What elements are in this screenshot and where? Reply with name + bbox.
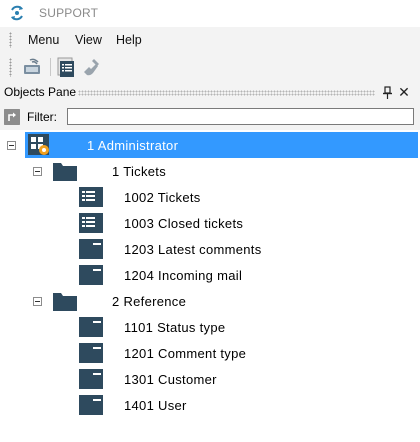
menu-bar: Menu View Help (0, 27, 420, 52)
tree-node-label: 1002 Tickets (124, 190, 201, 205)
tree-node-label: 1 Tickets (112, 164, 166, 179)
close-pane-icon[interactable]: ✕ (397, 84, 411, 100)
tree-node-label: 1401 User (124, 398, 187, 413)
toolbar (0, 52, 420, 82)
tree-node-label: 1101 Status type (124, 320, 226, 335)
tree-node-item[interactable]: 1101 Status type (0, 314, 420, 340)
filter-label: Filter: (27, 110, 57, 124)
folder-icon (53, 293, 77, 311)
toolbar-grip[interactable] (9, 58, 12, 77)
list-form-icon (79, 213, 103, 233)
tree-node-administrator[interactable]: 1 Administrator (0, 132, 420, 158)
selection-highlight (25, 132, 418, 158)
tree-node-label: 1201 Comment type (124, 346, 247, 361)
connect-icon[interactable] (22, 56, 44, 78)
menu-item-help[interactable]: Help (116, 33, 142, 47)
collapse-toggle-icon[interactable] (33, 167, 42, 176)
tree-node-item[interactable]: 1301 Customer (0, 366, 420, 392)
form-icon (79, 369, 103, 389)
tree-node-label: 1204 Incoming mail (124, 268, 243, 283)
tree-node-item[interactable]: 1002 Tickets (0, 184, 420, 210)
objects-list-icon[interactable] (55, 56, 77, 78)
tree-node-label: 1203 Latest comments (124, 242, 262, 257)
tree-node-label: 1301 Customer (124, 372, 217, 387)
filter-go-icon[interactable] (4, 109, 20, 125)
tree-node-item[interactable]: 1401 User (0, 392, 420, 418)
tree-node-group-tickets[interactable]: 1 Tickets (0, 158, 420, 184)
form-icon (79, 317, 103, 337)
form-icon (79, 343, 103, 363)
objects-pane-header: Objects Pane ✕ (0, 82, 420, 104)
form-icon (79, 239, 103, 259)
collapse-toggle-icon[interactable] (7, 141, 16, 150)
tree-node-label: 1003 Closed tickets (124, 216, 244, 231)
menu-item-view[interactable]: View (75, 33, 102, 47)
list-form-icon (79, 187, 103, 207)
pin-icon[interactable] (382, 86, 394, 100)
collapse-toggle-icon[interactable] (33, 297, 42, 306)
form-icon (79, 265, 103, 285)
tree-node-item[interactable]: 1201 Comment type (0, 340, 420, 366)
administrator-icon (28, 134, 49, 155)
phone-icon[interactable] (80, 56, 102, 78)
menubar-grip[interactable] (9, 32, 12, 48)
objects-pane-title: Objects Pane (4, 85, 77, 99)
title-bar: SUPPORT (0, 0, 420, 27)
tree-node-item[interactable]: 1003 Closed tickets (0, 210, 420, 236)
objects-tree: 1 Administrator 1 Tickets 1002 Tickets 1… (0, 130, 420, 442)
menu-item-menu[interactable]: Menu (28, 33, 59, 47)
folder-icon (53, 163, 77, 181)
pane-header-grip[interactable] (78, 90, 375, 96)
form-icon (79, 395, 103, 415)
app-logo-icon (11, 5, 23, 21)
tree-node-group-reference[interactable]: 2 Reference (0, 288, 420, 314)
toolbar-separator (50, 58, 51, 76)
tree-node-item[interactable]: 1204 Incoming mail (0, 262, 420, 288)
window-title: SUPPORT (39, 6, 99, 20)
filter-bar: Filter: (0, 104, 420, 130)
tree-node-item[interactable]: 1203 Latest comments (0, 236, 420, 262)
tree-node-label: 1 Administrator (87, 138, 179, 153)
tree-node-label: 2 Reference (112, 294, 187, 309)
filter-input[interactable] (67, 108, 414, 125)
